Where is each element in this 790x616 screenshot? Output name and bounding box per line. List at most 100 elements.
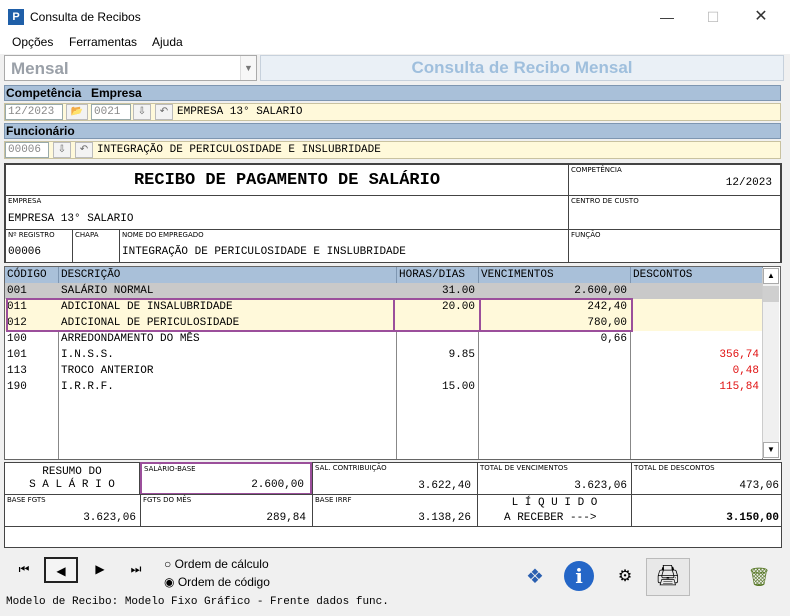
table-row[interactable]: 113 TROCO ANTERIOR 0,48: [5, 363, 763, 379]
registro-label: Nº REGISTRO: [8, 231, 55, 239]
base-irrf-box: BASE IRRF 3.138,26: [312, 494, 478, 527]
folder-icon[interactable]: 📂: [66, 104, 88, 120]
cell-descontos: 0,48: [732, 365, 759, 377]
menu-ferramentas[interactable]: Ferramentas: [69, 35, 137, 49]
funcao-cell: FUNÇÃO: [568, 229, 781, 263]
liquido-label-box: L Í Q U I D O A RECEBER --->: [477, 494, 632, 527]
recibo-title: RECIBO DE PAGAMENTO DE SALÁRIO: [133, 171, 441, 190]
settings-icon[interactable]: ⚙: [606, 560, 644, 596]
first-record-icon[interactable]: ⏮: [10, 557, 38, 583]
ordem-calculo-label: Ordem de cálculo: [174, 557, 269, 571]
funcionario-header: Funcionário: [4, 123, 781, 139]
items-table: CÓDIGO DESCRIÇÃO HORAS/DIAS VENCIMENTOS …: [4, 266, 781, 460]
cell-descricao: ARREDONDAMENTO DO MÊS: [61, 333, 200, 345]
radio-ordem-calculo[interactable]: ○ Ordem de cálculo: [164, 557, 269, 571]
salario-base-value: 2.600,00: [251, 479, 304, 491]
highlight-adicionais: [6, 298, 633, 332]
empresa-value: EMPRESA 13° SALARIO: [8, 213, 134, 225]
salario-base-box: SALÁRIO-BASE 2.600,00: [140, 462, 312, 495]
base-fgts-label: BASE FGTS: [7, 496, 46, 504]
maximize-button[interactable]: ☐: [690, 0, 736, 34]
highlight-horas: [393, 298, 481, 332]
competencia-cell: COMPETÊNCIA 12/2023: [568, 164, 781, 196]
ordem-codigo-label: Ordem de código: [177, 575, 270, 589]
empresa-name: EMPRESA 13° SALARIO: [177, 106, 303, 118]
registro-value: 00006: [8, 246, 42, 258]
empresa-lookup-icon[interactable]: ⇩: [133, 104, 151, 120]
competencia-cell-label: COMPETÊNCIA: [571, 166, 622, 174]
app-icon: P: [8, 9, 24, 25]
col-header-descontos: DESCONTOS: [631, 267, 763, 283]
print-icon[interactable]: 🖨: [646, 558, 690, 596]
recibo-header: RECIBO DE PAGAMENTO DE SALÁRIO COMPETÊNC…: [4, 163, 782, 263]
competencia-empresa-row: 12/2023 📂 0021 ⇩ ↶ EMPRESA 13° SALARIO: [4, 103, 781, 121]
competencia-empresa-header: Competência Empresa: [4, 85, 781, 101]
cell-descricao: SALÁRIO NORMAL: [61, 285, 154, 297]
next-record-icon[interactable]: ▶: [86, 557, 114, 583]
col-header-vencimentos: VENCIMENTOS: [479, 267, 631, 283]
cell-codigo: 101: [7, 349, 27, 361]
chapa-cell: CHAPA: [72, 229, 120, 263]
previous-record-icon[interactable]: ◀: [44, 557, 78, 583]
chevron-down-icon[interactable]: ▼: [240, 56, 256, 80]
funcionario-row: 00006 ⇩ ↶ INTEGRAÇÃO DE PERICULOSIDADE E…: [4, 141, 781, 159]
radio-empty-icon: ○: [164, 557, 172, 571]
funcionario-lookup-icon[interactable]: ⇩: [53, 142, 71, 158]
cell-descontos: 115,84: [719, 381, 759, 393]
salario-base-label: SALÁRIO-BASE: [144, 465, 196, 473]
base-fgts-value: 3.623,06: [83, 512, 136, 524]
table-row[interactable]: 001 SALÁRIO NORMAL 31.00 2.600,00: [5, 283, 763, 299]
liquido-box: 3.150,00: [631, 494, 782, 527]
liquido-line2: A RECEBER --->: [504, 512, 597, 524]
cell-codigo: 113: [7, 365, 27, 377]
radio-ordem-codigo[interactable]: ◉ Ordem de código: [164, 575, 270, 589]
empresa-code-input[interactable]: 0021: [91, 104, 131, 120]
page-banner: Consulta de Recibo Mensal: [260, 55, 784, 81]
window-title: Consulta de Recibos: [30, 10, 141, 24]
funcionario-code-input[interactable]: 00006: [5, 142, 49, 158]
fgts-mes-box: FGTS DO MÊS 289,84: [140, 494, 313, 527]
base-irrf-value: 3.138,26: [418, 512, 471, 524]
funcao-label: FUNÇÃO: [571, 231, 601, 239]
total-venc-box: TOTAL DE VENCIMENTOS 3.623,06: [477, 462, 632, 495]
scroll-up-icon[interactable]: ▲: [763, 268, 779, 284]
mode-select-value: Mensal: [11, 59, 69, 78]
competencia-label: Competência: [6, 86, 82, 100]
minimize-button[interactable]: —: [644, 0, 690, 34]
mode-select[interactable]: Mensal ▼: [4, 55, 257, 81]
scroll-thumb[interactable]: [763, 286, 779, 302]
empresa-cell-label: EMPRESA: [8, 197, 42, 205]
total-venc-value: 3.623,06: [574, 480, 627, 492]
last-record-icon[interactable]: ⏭: [122, 557, 150, 583]
liquido-value: 3.150,00: [726, 512, 779, 524]
empresa-label: Empresa: [91, 86, 142, 100]
total-desc-value: 473,06: [739, 480, 779, 492]
cell-horas: 15.00: [441, 381, 475, 393]
empresa-undo-icon[interactable]: ↶: [155, 104, 173, 120]
total-venc-label: TOTAL DE VENCIMENTOS: [480, 464, 568, 472]
table-row[interactable]: 190 I.R.R.F. 15.00 115,84: [5, 379, 763, 395]
competencia-input[interactable]: 12/2023: [5, 104, 63, 120]
total-desc-label: TOTAL DE DESCONTOS: [634, 464, 715, 472]
cell-horas: 31.00: [441, 285, 475, 297]
info-icon[interactable]: i: [560, 560, 598, 596]
scroll-down-icon[interactable]: ▼: [763, 442, 779, 458]
menu-opcoes[interactable]: Opções: [12, 35, 53, 49]
cell-vencimentos: 0,66: [600, 333, 627, 345]
refresh-icon[interactable]: ❖: [516, 560, 554, 596]
menu-ajuda[interactable]: Ajuda: [152, 35, 183, 49]
trash-icon[interactable]: 🗑: [740, 560, 778, 596]
cell-descricao: TROCO ANTERIOR: [61, 365, 154, 377]
table-scrollbar[interactable]: ▲ ▼: [762, 268, 779, 458]
nome-value: INTEGRAÇÃO DE PERICULOSIDADE E INSLUBRID…: [122, 246, 406, 258]
table-row[interactable]: 101 I.N.S.S. 9.85 356,74: [5, 347, 763, 363]
radio-selected-icon: ◉: [164, 575, 175, 589]
base-fgts-box: BASE FGTS 3.623,06: [4, 494, 141, 527]
close-button[interactable]: ✕: [738, 0, 784, 34]
funcionario-undo-icon[interactable]: ↶: [75, 142, 93, 158]
nome-cell: NOME DO EMPREGADO INTEGRAÇÃO DE PERICULO…: [119, 229, 569, 263]
status-bar: Modelo de Recibo: Modelo Fixo Gráfico - …: [6, 596, 389, 608]
table-row[interactable]: 100 ARREDONDAMENTO DO MÊS 0,66: [5, 331, 763, 347]
sal-contrib-label: SAL. CONTRIBUIÇÃO: [315, 464, 387, 472]
cell-descontos: 356,74: [719, 349, 759, 361]
